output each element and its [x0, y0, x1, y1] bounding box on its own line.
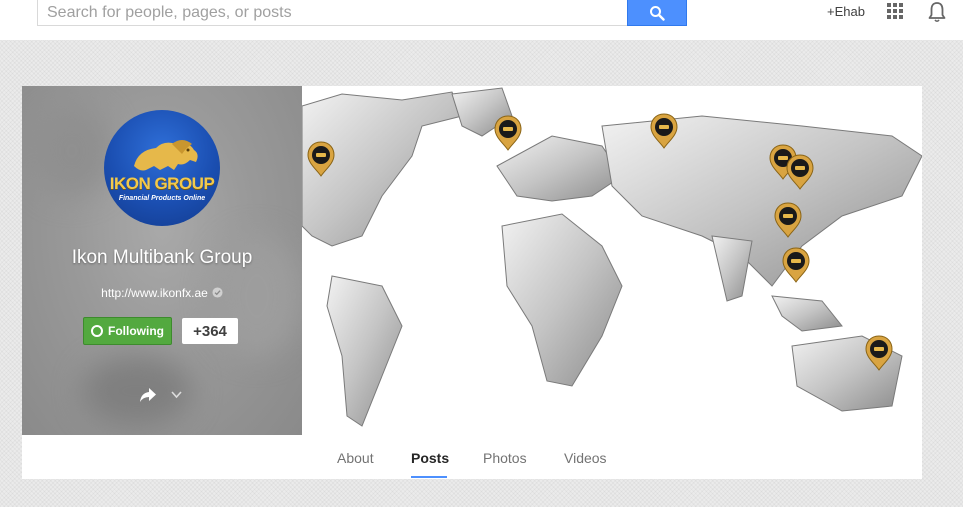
- profile-tabs: About Posts Photos Videos: [22, 435, 922, 479]
- share-icon[interactable]: [139, 387, 157, 403]
- tab-about[interactable]: About: [337, 450, 374, 466]
- active-tab-indicator: [411, 476, 447, 478]
- avatar-title: IKON GROUP: [109, 174, 215, 193]
- map-pin-icon: [782, 247, 810, 283]
- map-pin-icon: [494, 115, 522, 151]
- profile-card: IKON GROUP Financial Products Online Iko…: [22, 86, 922, 479]
- tab-videos[interactable]: Videos: [564, 450, 607, 466]
- user-profile-link[interactable]: +Ehab: [827, 4, 865, 19]
- lion-logo-icon: [134, 140, 198, 171]
- search-button[interactable]: [627, 0, 687, 26]
- following-button[interactable]: Following: [83, 317, 172, 345]
- website-link[interactable]: http://www.ikonfx.ae: [101, 286, 208, 300]
- following-circle-icon: [91, 325, 103, 337]
- avatar[interactable]: IKON GROUP Financial Products Online: [104, 110, 220, 226]
- verified-check-icon: [212, 287, 223, 298]
- following-label: Following: [108, 324, 164, 338]
- tab-photos[interactable]: Photos: [483, 450, 527, 466]
- world-map-image: [302, 87, 922, 427]
- chevron-down-icon[interactable]: [171, 391, 182, 399]
- page-url: http://www.ikonfx.ae: [22, 286, 302, 300]
- background-blur: [32, 106, 112, 196]
- notifications-bell-icon[interactable]: [928, 1, 946, 23]
- page-title: Ikon Multibank Group: [71, 247, 253, 268]
- cover-photo[interactable]: (function(){ const pins = [[19,84],[206,…: [302, 86, 922, 435]
- top-bar: +Ehab: [0, 0, 963, 40]
- apps-grid-icon[interactable]: [887, 3, 903, 19]
- plus-one-button[interactable]: +364: [182, 318, 238, 344]
- search-input[interactable]: [37, 0, 628, 26]
- tab-posts[interactable]: Posts: [411, 450, 449, 466]
- profile-panel: IKON GROUP Financial Products Online Iko…: [22, 86, 302, 435]
- avatar-subtitle: Financial Products Online: [118, 195, 206, 202]
- search-icon: [650, 5, 665, 21]
